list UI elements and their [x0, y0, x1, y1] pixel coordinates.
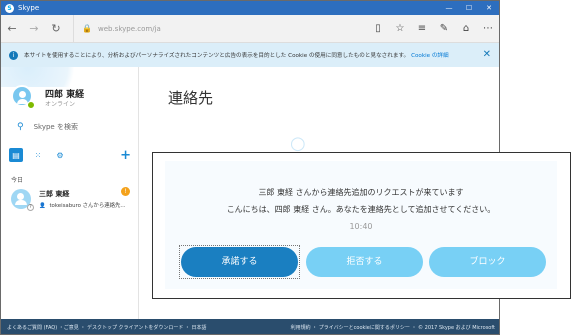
minimize-button[interactable]: —: [439, 1, 459, 15]
contacts-illustration-icon: ○: [290, 133, 306, 154]
more-icon[interactable]: ⋯: [477, 23, 499, 34]
info-icon: i: [9, 50, 18, 60]
skype-logo-icon: S: [5, 3, 14, 13]
request-message: こんにちは、四郎 東経 さん。あなたを連絡先として追加させてください。: [226, 205, 496, 214]
footer-right-links[interactable]: 利用規約 ・ プライバシーとcookieに関するポリシー ・ © 2017 Sk…: [291, 324, 495, 331]
profile-header[interactable]: 四郎 東経 オンライン: [1, 67, 138, 111]
decline-button[interactable]: 拒否する: [306, 247, 423, 277]
avatar-head: [19, 91, 26, 98]
contact-request-icon: 👤: [39, 203, 46, 209]
unknown-status-icon: ?: [27, 204, 34, 211]
contact-avatar-head: [17, 193, 24, 200]
sidebar: 四郎 東経 オンライン ⚲ Skype を検索 ▤ ⁙ ⚙ + 今日 ? 三郎 …: [1, 67, 139, 319]
cookie-message: 本サイトを使用することにより、分析およびパーソナライズされたコンテンツと広告の表…: [24, 53, 410, 59]
profile-status: オンライン: [45, 101, 76, 108]
favorite-star-icon[interactable]: ☆: [389, 23, 411, 34]
contact-message-text: tokeisaburo さんから連絡先...: [49, 203, 126, 209]
tab-title: Skype: [18, 4, 40, 12]
web-note-icon[interactable]: ✎: [433, 23, 455, 34]
maximize-button[interactable]: ☐: [459, 1, 479, 15]
browser-tab[interactable]: S Skype: [1, 1, 39, 15]
window-controls: — ☐ ✕: [439, 1, 499, 15]
share-icon[interactable]: ⌂: [455, 23, 477, 34]
request-heading: 三郎 東経 さんから連絡先追加のリクエストが来ています: [258, 188, 464, 197]
refresh-icon[interactable]: ↻: [45, 22, 67, 35]
contact-message: 👤 tokeisaburo さんから連絡先...: [39, 201, 126, 209]
close-icon[interactable]: ✕: [483, 49, 491, 60]
search-input[interactable]: ⚲ Skype を検索: [1, 119, 139, 135]
forward-arrow-icon[interactable]: →: [23, 22, 45, 35]
search-placeholder: Skype を検索: [33, 123, 78, 131]
sidebar-toolbar: ▤ ⁙ ⚙ +: [9, 146, 131, 164]
close-window-button[interactable]: ✕: [479, 1, 499, 15]
browser-tools: ▯ ☆ ≡ ✎ ⌂ ⋯: [367, 23, 499, 34]
contact-request-card: 三郎 東経 さんから連絡先追加のリクエストが来ています こんにちは、四郎 東経 …: [165, 161, 557, 289]
online-status-icon: [27, 101, 35, 109]
hub-icon[interactable]: ≡: [411, 23, 433, 34]
add-icon[interactable]: +: [120, 148, 131, 163]
page-title: 連絡先: [168, 89, 214, 107]
gear-icon[interactable]: ⚙: [53, 148, 67, 162]
list-item[interactable]: ? 三郎 東経 👤 tokeisaburo さんから連絡先... !: [1, 187, 139, 215]
url-field[interactable]: 🔒 web.skype.com/ja: [73, 15, 367, 42]
contact-avatar-body: [15, 200, 27, 205]
reading-view-icon[interactable]: ▯: [367, 23, 389, 34]
lock-icon: 🔒: [82, 24, 92, 33]
section-today: 今日: [11, 177, 24, 184]
cookie-details-link[interactable]: Cookie の詳細: [411, 51, 449, 59]
block-button[interactable]: ブロック: [429, 247, 546, 277]
accept-button[interactable]: 承諾する: [181, 247, 298, 277]
footer-left-links[interactable]: よくあるご質問 (FAQ) ・ご意見 ・ デスクトップ クライアントをダウンロー…: [7, 324, 207, 331]
footer: よくあるご質問 (FAQ) ・ご意見 ・ デスクトップ クライアントをダウンロー…: [1, 319, 499, 334]
contacts-book-icon[interactable]: ▤: [9, 148, 23, 162]
search-icon: ⚲: [17, 122, 24, 132]
zoom-callout: 三郎 東経 さんから連絡先追加のリクエストが来ています こんにちは、四郎 東経 …: [152, 152, 571, 299]
cloud-decoration: [1, 67, 91, 87]
address-bar: ← → ↻ 🔒 web.skype.com/ja ▯ ☆ ≡ ✎ ⌂ ⋯: [1, 15, 499, 43]
url-text: web.skype.com/ja: [97, 24, 161, 33]
dialpad-icon[interactable]: ⁙: [31, 148, 45, 162]
request-time: 10:40: [349, 222, 373, 231]
contact-name: 三郎 東経: [39, 190, 70, 198]
cookie-notice: i 本サイトを使用することにより、分析およびパーソナライズされたコンテンツと広告…: [1, 43, 499, 67]
title-bar: S Skype — ☐ ✕: [1, 1, 499, 15]
notification-badge: !: [121, 187, 130, 196]
back-arrow-icon[interactable]: ←: [1, 22, 23, 35]
